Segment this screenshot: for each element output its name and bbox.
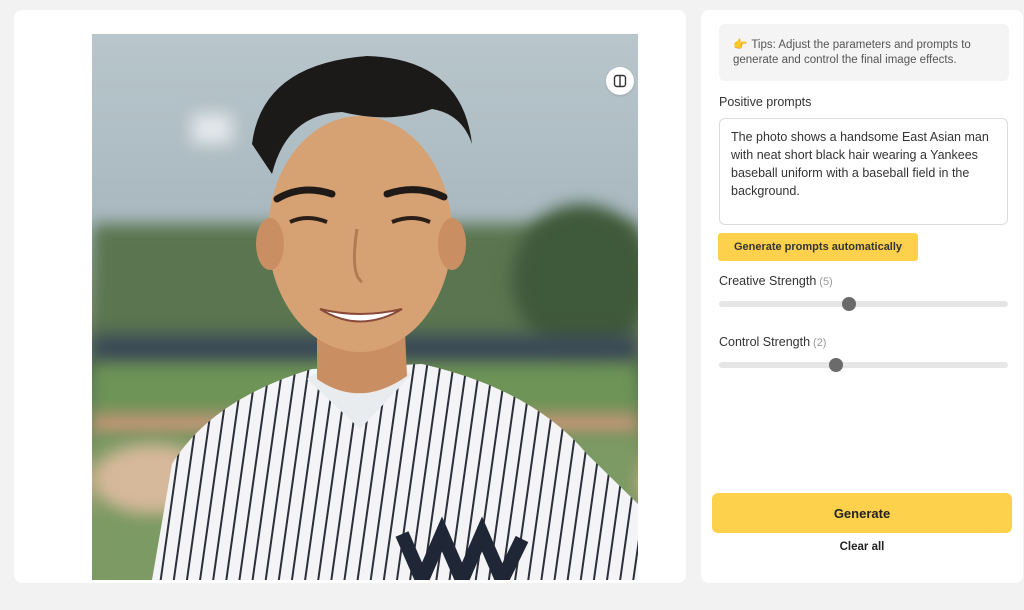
control-strength-value: (2) <box>813 337 827 349</box>
controls-panel: 👉 Tips: Adjust the parameters and prompts… <box>701 10 1023 583</box>
generate-button[interactable]: Generate <box>712 493 1012 533</box>
creative-strength-thumb[interactable] <box>842 297 857 311</box>
control-strength-label: Control Strength (2) <box>719 335 826 349</box>
creative-strength-text: Creative Strength <box>719 274 817 288</box>
tips-text: Tips: Adjust the parameters and prompts … <box>733 39 971 66</box>
image-preview-panel <box>14 10 686 583</box>
clear-all-button[interactable]: Clear all <box>712 541 1012 553</box>
creative-strength-slider[interactable] <box>719 297 1008 311</box>
positive-prompt-input[interactable]: The photo shows a handsome East Asian ma… <box>719 118 1008 225</box>
split-view-icon <box>613 74 627 88</box>
creative-strength-value: (5) <box>819 276 833 288</box>
compare-button[interactable] <box>606 67 634 95</box>
positive-prompts-label: Positive prompts <box>719 95 812 109</box>
pointing-hand-icon: 👉 <box>733 39 748 51</box>
generated-image <box>92 34 638 580</box>
control-strength-thumb[interactable] <box>829 358 844 372</box>
tips-box: 👉 Tips: Adjust the parameters and prompts… <box>719 24 1009 81</box>
portrait-illustration <box>152 56 638 580</box>
generate-prompts-automatically-button[interactable]: Generate prompts automatically <box>718 233 918 261</box>
control-strength-slider[interactable] <box>719 358 1008 372</box>
creative-strength-label: Creative Strength (5) <box>719 274 833 288</box>
control-strength-text: Control Strength <box>719 335 811 349</box>
